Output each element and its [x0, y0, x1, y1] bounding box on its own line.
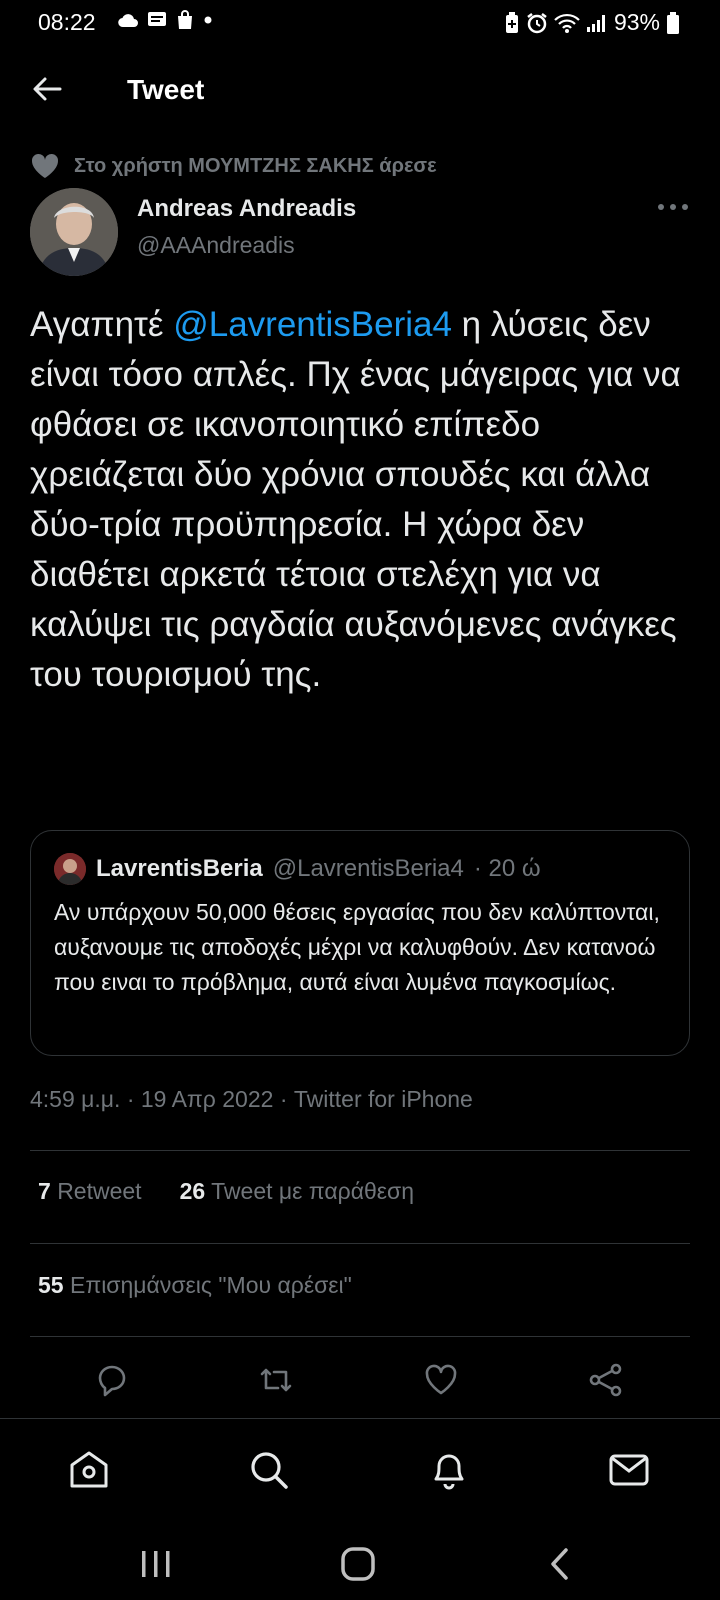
- status-bar: 08:22 93%: [0, 0, 720, 46]
- heart-filled-icon: [31, 153, 59, 178]
- avatar[interactable]: [30, 188, 118, 276]
- wifi-icon: [554, 13, 580, 33]
- mention-link[interactable]: @LavrentisBeria4: [173, 305, 452, 344]
- likes-stat[interactable]: 55 Επισημάνσεις "Μου αρέσει": [38, 1272, 352, 1299]
- notifications-icon[interactable]: [426, 1447, 472, 1493]
- home-button-icon[interactable]: [340, 1546, 376, 1582]
- retweet-icon[interactable]: [256, 1360, 296, 1400]
- tweet-body: η λύσεις δεν είναι τόσο απλές. Πχ ένας μ…: [30, 305, 681, 694]
- divider: [30, 1150, 690, 1151]
- battery-percent: 93%: [613, 9, 660, 35]
- author-name[interactable]: Andreas Andreadis: [137, 195, 356, 223]
- back-arrow-icon[interactable]: [30, 72, 64, 106]
- tweet-stats: 7 Retweet 26 Tweet με παράθεση: [38, 1178, 414, 1205]
- tweet-prefix: Αγαπητέ: [30, 305, 174, 344]
- share-icon[interactable]: [586, 1360, 626, 1400]
- divider: [30, 1243, 690, 1244]
- quoted-avatar: [54, 853, 86, 885]
- dot-icon: [204, 16, 212, 24]
- recents-icon[interactable]: [138, 1546, 174, 1582]
- social-context-text: Στο χρήστη ΜΟΥΜΤΖΗΣ ΣΑΚΗΣ άρεσε: [74, 154, 437, 177]
- quotes-label: Tweet με παράθεση: [211, 1178, 415, 1204]
- retweets-label: Retweet: [57, 1178, 142, 1204]
- author-handle[interactable]: @AAAndreadis: [137, 232, 295, 259]
- like-icon[interactable]: [421, 1360, 461, 1400]
- bottom-navigation: [0, 1418, 720, 1529]
- cloud-icon: [118, 14, 138, 28]
- system-navigation: [0, 1528, 720, 1600]
- signal-icon: [586, 14, 605, 32]
- messages-icon[interactable]: [606, 1447, 652, 1493]
- back-icon[interactable]: [546, 1546, 574, 1582]
- retweets-count: 7: [38, 1178, 51, 1204]
- quoted-author-handle: @LavrentisBeria4: [272, 855, 464, 882]
- divider: [30, 1336, 690, 1337]
- quoted-tweet-header: LavrentisBeria @LavrentisBeria4 · 20 ώ: [54, 853, 541, 885]
- quotes-count: 26: [179, 1178, 206, 1204]
- reply-icon[interactable]: [92, 1360, 132, 1400]
- likes-count: 55: [38, 1272, 64, 1298]
- more-options-icon[interactable]: [655, 195, 691, 219]
- likes-label: Επισημάνσεις "Μου αρέσει": [69, 1272, 352, 1298]
- retweets-stat[interactable]: 7 Retweet: [38, 1178, 142, 1205]
- quotes-stat[interactable]: 26 Tweet με παράθεση: [180, 1178, 414, 1205]
- quoted-tweet[interactable]: LavrentisBeria @LavrentisBeria4 · 20 ώ Α…: [30, 830, 690, 1056]
- quoted-tweet-text: Αν υπάρχουν 50,000 θέσεις εργασίας που δ…: [54, 899, 660, 995]
- home-icon[interactable]: [66, 1447, 112, 1493]
- page-title: Tweet: [127, 74, 205, 105]
- social-context: Στο χρήστη ΜΟΥΜΤΖΗΣ ΣΑΚΗΣ άρεσε: [30, 150, 437, 182]
- top-bar: Tweet: [0, 62, 720, 118]
- quoted-author-name: LavrentisBeria: [96, 855, 263, 882]
- quoted-time: · 20 ώ: [473, 855, 541, 882]
- shopping-bag-icon: [178, 10, 192, 29]
- tweet-text: Αγαπητέ @LavrentisBeria4 η λύσεις δεν εί…: [30, 300, 695, 700]
- message-icon: [148, 12, 166, 26]
- search-icon[interactable]: [246, 1447, 292, 1493]
- status-time: 08:22: [38, 9, 96, 35]
- battery-saver-icon: [505, 11, 518, 33]
- alarm-icon: [527, 12, 547, 33]
- tweet-timestamp: 4:59 μ.μ. · 19 Απρ 2022 · Twitter for iP…: [30, 1086, 473, 1112]
- tweet-actions: [0, 1360, 720, 1404]
- battery-icon: [667, 11, 679, 34]
